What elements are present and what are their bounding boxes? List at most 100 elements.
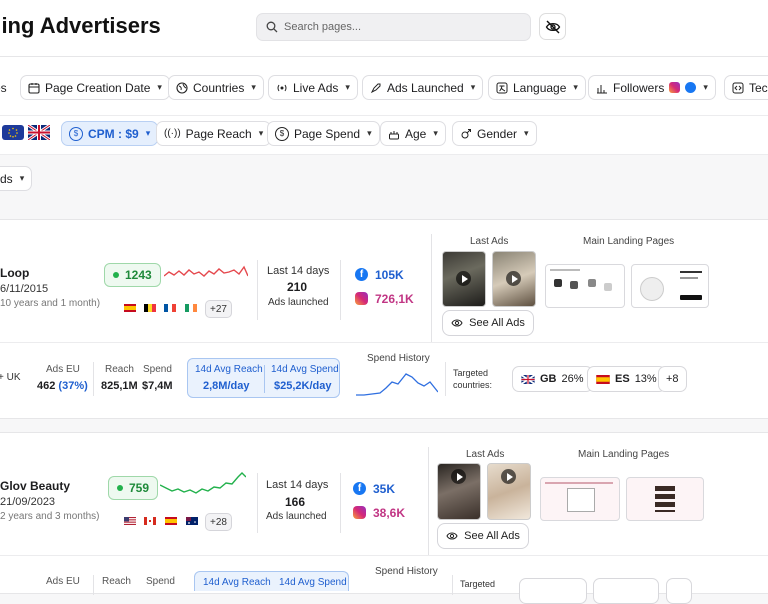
avg-spend-label: 14d Avg Spend — [279, 577, 347, 588]
ad-thumbnail[interactable] — [442, 251, 486, 307]
sort-dropdown[interactable]: ds ▾ — [0, 166, 33, 191]
chevron-down-icon: ▾ — [703, 82, 708, 92]
see-all-ads-button[interactable]: See All Ads — [442, 310, 534, 336]
play-icon — [462, 275, 468, 283]
advertiser-age: 2 years and 3 months) — [0, 511, 100, 522]
signal-icon: ((·)) — [164, 128, 181, 139]
instagram-followers: 726,1K — [375, 292, 414, 306]
filter-partial[interactable]: es — [0, 75, 7, 100]
targeted-more-badge[interactable] — [666, 578, 692, 604]
filters-row-2: $ CPM : $9 ▾ ((·)) Page Reach ▾ $ Page Spe… — [0, 116, 768, 155]
avg-reach-label: 14d Avg Reach — [195, 364, 263, 375]
flag-be-icon — [144, 304, 156, 312]
facebook-icon — [685, 82, 697, 93]
targeted-country-chip[interactable] — [519, 578, 587, 604]
landing-page-thumbnail[interactable] — [540, 477, 620, 521]
last14-label: Last 14 days — [267, 265, 330, 277]
uk-label: + UK — [0, 372, 21, 383]
filter-countries[interactable]: Countries ▾ — [168, 75, 264, 100]
instagram-icon — [355, 292, 368, 305]
filter-language[interactable]: Language ▾ — [488, 75, 586, 100]
rocket-icon — [370, 83, 381, 93]
filter-followers[interactable]: Followers ▾ — [588, 75, 716, 100]
targeted-country-chip[interactable]: ES 13% — [587, 366, 666, 392]
translate-icon — [496, 82, 508, 93]
avg-metrics-box: 14d Avg Reach 2,8M/day 14d Avg Spend $25… — [187, 358, 340, 398]
filter-ads-launched[interactable]: Ads Launched ▾ — [362, 75, 484, 100]
code-icon — [732, 82, 744, 93]
flag-ie-icon — [185, 304, 197, 312]
more-countries-badge[interactable]: +28 — [205, 513, 232, 531]
status-dot — [117, 485, 123, 491]
ads-launched-count: 166 — [285, 495, 306, 509]
flag-ca-icon — [144, 517, 156, 525]
eye-off-icon — [545, 20, 561, 34]
last-ads-label: Last Ads — [470, 236, 509, 247]
filter-cpm[interactable]: $ CPM : $9 ▾ — [61, 121, 159, 146]
ad-thumbnail[interactable] — [487, 463, 531, 520]
instagram-icon — [669, 82, 681, 93]
globe-icon — [176, 81, 188, 94]
eu-flag-icon[interactable] — [2, 125, 24, 140]
ads-launched-count: 210 — [287, 280, 308, 294]
ad-thumbnail[interactable] — [492, 251, 536, 307]
sort-row: ds ▾ — [0, 155, 768, 219]
facebook-icon: f — [353, 482, 366, 495]
facebook-icon: f — [355, 268, 368, 281]
flag-us-icon — [124, 517, 136, 525]
top-bar: ding Advertisers Search pages... — [0, 0, 768, 57]
advertiser-card: Glov Beauty 21/09/2023 2 years and 3 mon… — [0, 432, 768, 604]
filter-page-spend[interactable]: $ Page Spend ▾ — [267, 121, 380, 146]
reach-label: Reach — [102, 576, 131, 587]
search-input[interactable]: Search pages... — [256, 13, 531, 41]
chevron-down-icon: ▾ — [573, 82, 578, 92]
filter-live-ads[interactable]: Live Ads ▾ — [268, 75, 358, 100]
see-all-ads-button[interactable]: See All Ads — [437, 523, 529, 549]
landing-page-thumbnail[interactable] — [626, 477, 704, 521]
advertiser-date: 21/09/2023 — [0, 496, 56, 508]
broadcast-icon — [277, 84, 287, 91]
more-countries-badge[interactable]: +27 — [205, 300, 232, 318]
targeted-countries-label: Targeted — [460, 579, 496, 589]
avg-metrics-box: 14d Avg Reach 14d Avg Spend — [194, 571, 349, 591]
filters-row-1: es Page Creation Date▾ Countries▾ Live A… — [0, 57, 768, 116]
dollar-circle-icon: $ — [275, 126, 289, 141]
landing-page-thumbnail[interactable] — [545, 264, 625, 308]
targeted-more-badge[interactable]: +8 — [658, 366, 687, 392]
ads-eu-value: 462 (37%) — [37, 380, 88, 392]
score-badge: 1243 — [104, 263, 161, 287]
ads-launched-label: Ads launched — [268, 297, 329, 308]
chevron-down-icon: ▾ — [367, 128, 372, 138]
facebook-followers: 105K — [375, 268, 404, 282]
chevron-down-icon: ▾ — [524, 128, 529, 138]
filter-page-reach[interactable]: ((·)) Page Reach ▾ — [156, 121, 272, 146]
eye-icon — [446, 532, 458, 540]
facebook-followers: 35K — [373, 482, 396, 496]
ads-eu-label: Ads EU — [46, 576, 80, 587]
gender-icon — [461, 128, 471, 138]
avg-reach-label: 14d Avg Reach — [203, 577, 271, 588]
spend-history-chart — [356, 373, 438, 396]
landing-page-thumbnail[interactable] — [631, 264, 709, 308]
uk-flag-icon[interactable] — [27, 123, 51, 142]
filter-gender[interactable]: Gender ▾ — [452, 121, 537, 146]
cake-icon — [389, 130, 399, 139]
advertiser-card: Loop 6/11/2015 10 years and 1 month) 124… — [0, 219, 768, 419]
play-icon — [507, 473, 513, 481]
advertiser-age: 10 years and 1 month) — [0, 298, 101, 309]
targeted-country-chip[interactable]: GB 26% — [512, 366, 593, 392]
targeted-country-chip[interactable] — [593, 578, 659, 604]
instagram-followers: 38,6K — [373, 506, 406, 520]
filter-tech[interactable]: Tec — [724, 75, 768, 100]
spend-history-label: Spend History — [375, 566, 438, 577]
hide-toggle-button[interactable] — [539, 13, 566, 40]
filter-age[interactable]: Age ▾ — [380, 121, 446, 146]
ad-thumbnail[interactable] — [437, 463, 481, 520]
search-placeholder: Search pages... — [284, 21, 362, 33]
status-dot — [113, 272, 119, 278]
chevron-down-icon: ▾ — [251, 82, 256, 92]
trend-sparkline — [160, 472, 246, 494]
filter-page-creation-date[interactable]: Page Creation Date ▾ — [20, 75, 170, 100]
spend-label: Spend — [146, 576, 175, 587]
flag-es-icon — [165, 517, 177, 525]
